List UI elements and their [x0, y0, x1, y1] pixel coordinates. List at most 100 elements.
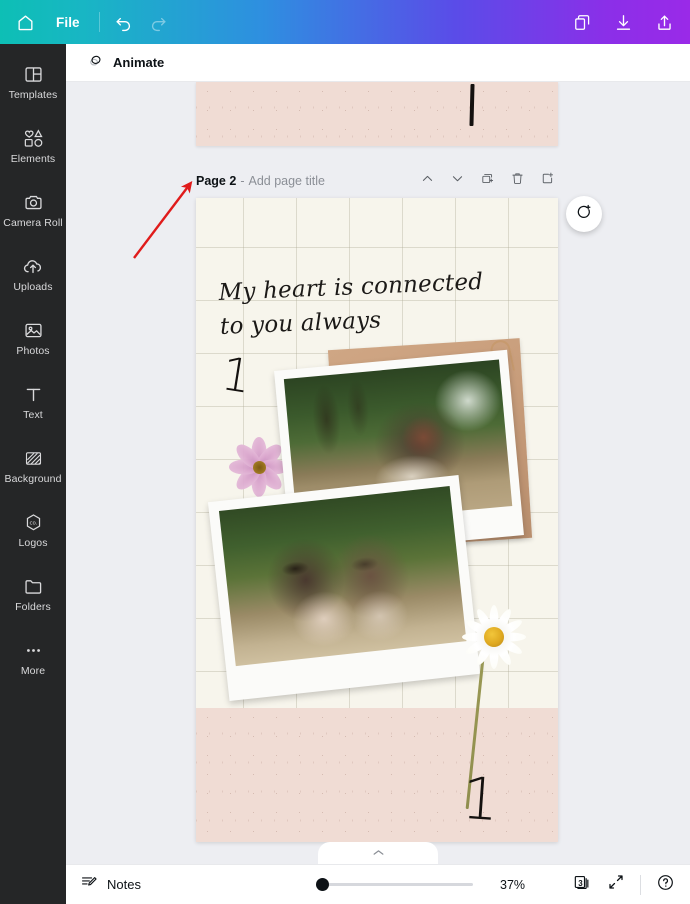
notes-icon	[80, 873, 98, 896]
sidebar-item-label: Folders	[15, 601, 51, 614]
more-dots-icon	[23, 639, 44, 661]
page-2-header: Page 2 - Add page title	[196, 168, 558, 194]
home-icon	[16, 13, 35, 32]
folder-icon	[23, 575, 44, 597]
photo-image	[218, 485, 467, 667]
download-button[interactable]	[606, 5, 641, 39]
sidebar-item-more[interactable]: More	[0, 626, 66, 690]
duplicate-icon	[573, 13, 592, 32]
canva-editor-window: File Templates Elements Camera Roll Uplo…	[0, 0, 690, 904]
templates-icon	[23, 63, 44, 85]
chevron-up-icon	[420, 171, 435, 191]
logos-icon: co.	[23, 511, 44, 533]
sidebar-item-uploads[interactable]: Uploads	[0, 242, 66, 306]
paper-texture	[196, 708, 558, 842]
zoom-slider[interactable]	[316, 878, 473, 891]
home-button[interactable]	[8, 5, 43, 39]
page-title: Page 2	[196, 174, 237, 188]
chevron-up-icon	[372, 844, 385, 862]
handwritten-mark-lower[interactable]: 1	[460, 764, 502, 834]
page-title-separator: -	[240, 174, 245, 188]
sidebar-item-label: Background	[4, 473, 62, 486]
top-toolbar-right-group	[565, 5, 690, 39]
left-sidebar: Templates Elements Camera Roll Uploads P…	[0, 44, 66, 904]
handwritten-script-text[interactable]: My heart is connected to you always	[218, 264, 503, 344]
sidebar-item-label: Uploads	[13, 281, 53, 294]
chevron-down-icon	[450, 171, 465, 191]
upload-cloud-icon	[22, 255, 44, 277]
sidebar-item-background[interactable]: Background	[0, 434, 66, 498]
sidebar-item-photos[interactable]: Photos	[0, 306, 66, 370]
sidebar-item-elements[interactable]: Elements	[0, 114, 66, 178]
camera-icon	[23, 191, 44, 213]
pink-paper-band	[196, 708, 558, 842]
photos-icon	[23, 319, 44, 341]
page-count-badge: 3	[578, 878, 583, 888]
top-toolbar-left-group: File	[0, 5, 176, 39]
zoom-percentage[interactable]: 37%	[500, 878, 525, 892]
download-icon	[614, 13, 633, 32]
redo-icon	[149, 13, 168, 32]
sidebar-item-templates[interactable]: Templates	[0, 50, 66, 114]
zoom-slider-knob[interactable]	[316, 878, 329, 891]
paper-texture	[196, 82, 558, 146]
move-page-up-button[interactable]	[416, 170, 438, 192]
sidebar-item-folders[interactable]: Folders	[0, 562, 66, 626]
expand-icon	[607, 873, 625, 896]
editor-canvas-area[interactable]: Page 2 - Add page title 1 My heart is co…	[66, 82, 690, 864]
annotation-arrow	[126, 174, 202, 271]
flower-center	[252, 460, 266, 474]
white-daisy-flower[interactable]	[458, 602, 530, 672]
bottom-status-bar: Notes 37% 3	[66, 864, 690, 904]
duplicate-page-button[interactable]	[476, 170, 498, 192]
file-menu-button[interactable]: File	[43, 15, 93, 30]
elements-icon	[22, 127, 45, 149]
bottom-divider	[640, 874, 641, 895]
sidebar-item-logos[interactable]: co. Logos	[0, 498, 66, 562]
undo-icon	[114, 13, 133, 32]
move-page-down-button[interactable]	[446, 170, 468, 192]
toolbar-divider	[98, 12, 100, 32]
animate-button[interactable]: Animate	[78, 48, 172, 78]
animate-label: Animate	[113, 55, 165, 70]
page-2-canvas[interactable]: 1 My heart is connected to you always 1	[196, 198, 558, 842]
bottom-right-group: 3	[567, 870, 690, 900]
sidebar-item-label: Camera Roll	[3, 217, 63, 230]
help-button[interactable]	[650, 870, 680, 900]
redo-button[interactable]	[141, 5, 176, 39]
delete-page-button[interactable]	[506, 170, 528, 192]
undo-button[interactable]	[106, 5, 141, 39]
sidebar-item-label: Logos	[18, 537, 48, 550]
svg-text:co.: co.	[29, 520, 37, 526]
sidebar-item-label: Elements	[10, 153, 56, 166]
top-toolbar: File	[0, 0, 690, 44]
sidebar-item-label: Text	[23, 409, 43, 422]
page-1-preview[interactable]	[196, 82, 558, 146]
notes-button[interactable]: Notes	[66, 871, 151, 899]
share-button[interactable]	[647, 5, 682, 39]
trash-icon	[510, 171, 525, 191]
flower-center	[484, 627, 504, 647]
page-manager-button[interactable]: 3	[567, 870, 597, 900]
zoom-slider-track[interactable]	[316, 878, 473, 891]
fullscreen-button[interactable]	[601, 870, 631, 900]
add-comment-icon	[575, 203, 593, 226]
help-icon	[656, 873, 675, 897]
sidebar-item-label: Photos	[16, 345, 50, 358]
sidebar-item-label: Templates	[8, 89, 58, 102]
duplicate-design-button[interactable]	[565, 5, 600, 39]
add-page-button[interactable]	[536, 170, 558, 192]
design-toolbar: Animate	[66, 44, 690, 82]
sidebar-item-text[interactable]: Text	[0, 370, 66, 434]
polaroid-photo-couple-sunglasses[interactable]	[207, 474, 481, 702]
add-page-icon	[540, 171, 555, 191]
background-icon	[23, 447, 44, 469]
sidebar-item-camera-roll[interactable]: Camera Roll	[0, 178, 66, 242]
notes-label: Notes	[107, 877, 141, 892]
page-tools	[416, 170, 558, 192]
sidebar-item-label: More	[20, 665, 46, 678]
duplicate-page-icon	[480, 171, 495, 191]
add-comment-button[interactable]	[566, 196, 602, 232]
collapse-panel-button[interactable]	[318, 842, 438, 864]
add-page-title-input[interactable]: Add page title	[248, 174, 324, 188]
